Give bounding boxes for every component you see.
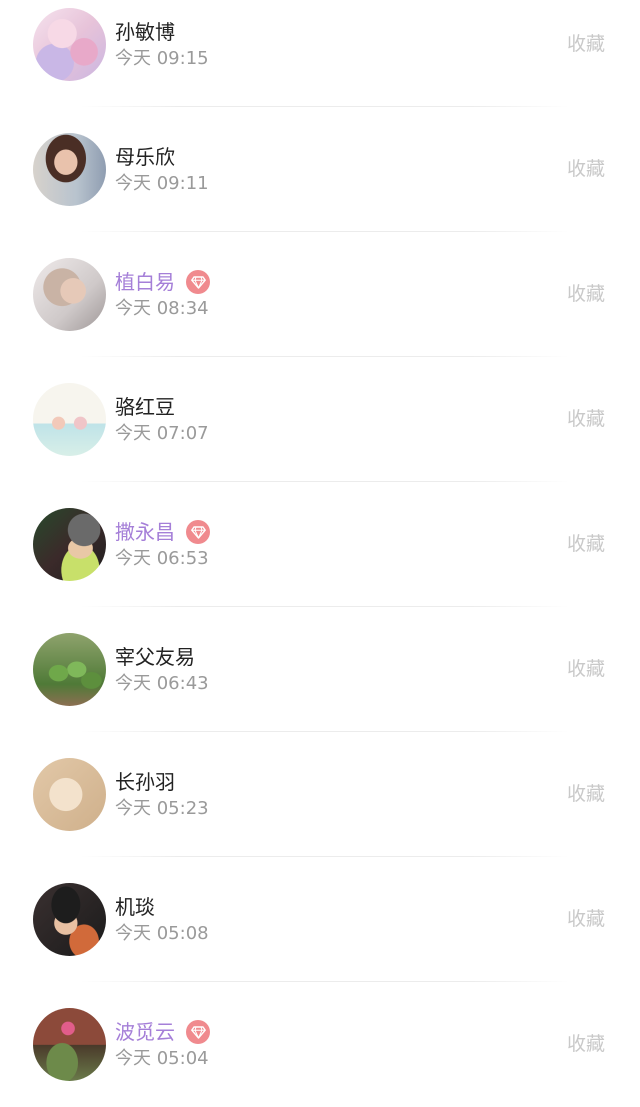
favorite-button[interactable]: 收藏: [567, 657, 605, 681]
timestamp: 今天 05:08: [115, 923, 209, 944]
contact-name: 植白易: [115, 270, 175, 294]
list-item[interactable]: 孙敏博今天 09:15 收藏: [0, 0, 640, 107]
contact-name: 长孙羽: [115, 770, 175, 794]
list-item[interactable]: 机琰今天 05:08 收藏: [0, 857, 640, 982]
contact-name: 波觅云: [115, 1020, 175, 1044]
timestamp: 今天 09:11: [115, 173, 209, 194]
timestamp: 今天 09:15: [115, 48, 209, 69]
avatar[interactable]: [33, 758, 106, 831]
list-item[interactable]: 植白易今天 08:34 收藏: [0, 232, 640, 357]
contact-name: 撒永昌: [115, 520, 175, 544]
diamond-icon: [186, 270, 210, 294]
contact-name: 宰父友易: [115, 645, 195, 669]
avatar[interactable]: [33, 1008, 106, 1081]
favorite-button[interactable]: 收藏: [567, 32, 605, 56]
timestamp: 今天 06:43: [115, 673, 209, 694]
contact-name: 机琰: [115, 895, 155, 919]
avatar[interactable]: [33, 508, 106, 581]
list-item[interactable]: 骆红豆今天 07:07 收藏: [0, 357, 640, 482]
avatar[interactable]: [33, 8, 106, 81]
contact-name: 孙敏博: [115, 20, 175, 44]
contact-name: 母乐欣: [115, 145, 175, 169]
contact-name: 骆红豆: [115, 395, 175, 419]
contact-list: 孙敏博 今天 09:15 收藏 母乐欣 今天 09:11 收藏 植白易 今天 08:34 收藏骆…: [0, 0, 640, 1083]
avatar[interactable]: [33, 383, 106, 456]
list-item[interactable]: 母乐欣今天 09:11 收藏: [0, 107, 640, 232]
list-item[interactable]: 长孙羽今天 05:23 收藏: [0, 732, 640, 857]
favorite-button[interactable]: 收藏: [567, 1032, 605, 1056]
list-item[interactable]: 宰父友易今天 06:43 收藏: [0, 607, 640, 732]
timestamp: 今天 06:53: [115, 548, 209, 569]
favorite-button[interactable]: 收藏: [567, 282, 605, 306]
favorite-button[interactable]: 收藏: [567, 907, 605, 931]
favorite-button[interactable]: 收藏: [567, 532, 605, 556]
avatar[interactable]: [33, 133, 106, 206]
diamond-icon: [186, 520, 210, 544]
timestamp: 今天 05:23: [115, 798, 209, 819]
timestamp: 今天 07:07: [115, 423, 209, 444]
diamond-icon: [186, 1020, 210, 1044]
avatar[interactable]: [33, 633, 106, 706]
favorite-button[interactable]: 收藏: [567, 157, 605, 181]
avatar[interactable]: [33, 258, 106, 331]
list-item[interactable]: 波觅云今天 05:04 收藏: [0, 982, 640, 1107]
avatar[interactable]: [33, 883, 106, 956]
favorite-button[interactable]: 收藏: [567, 782, 605, 806]
list-item[interactable]: 撒永昌今天 06:53 收藏: [0, 482, 640, 607]
timestamp: 今天 08:34: [115, 298, 209, 319]
timestamp: 今天 05:04: [115, 1048, 209, 1069]
favorite-button[interactable]: 收藏: [567, 407, 605, 431]
